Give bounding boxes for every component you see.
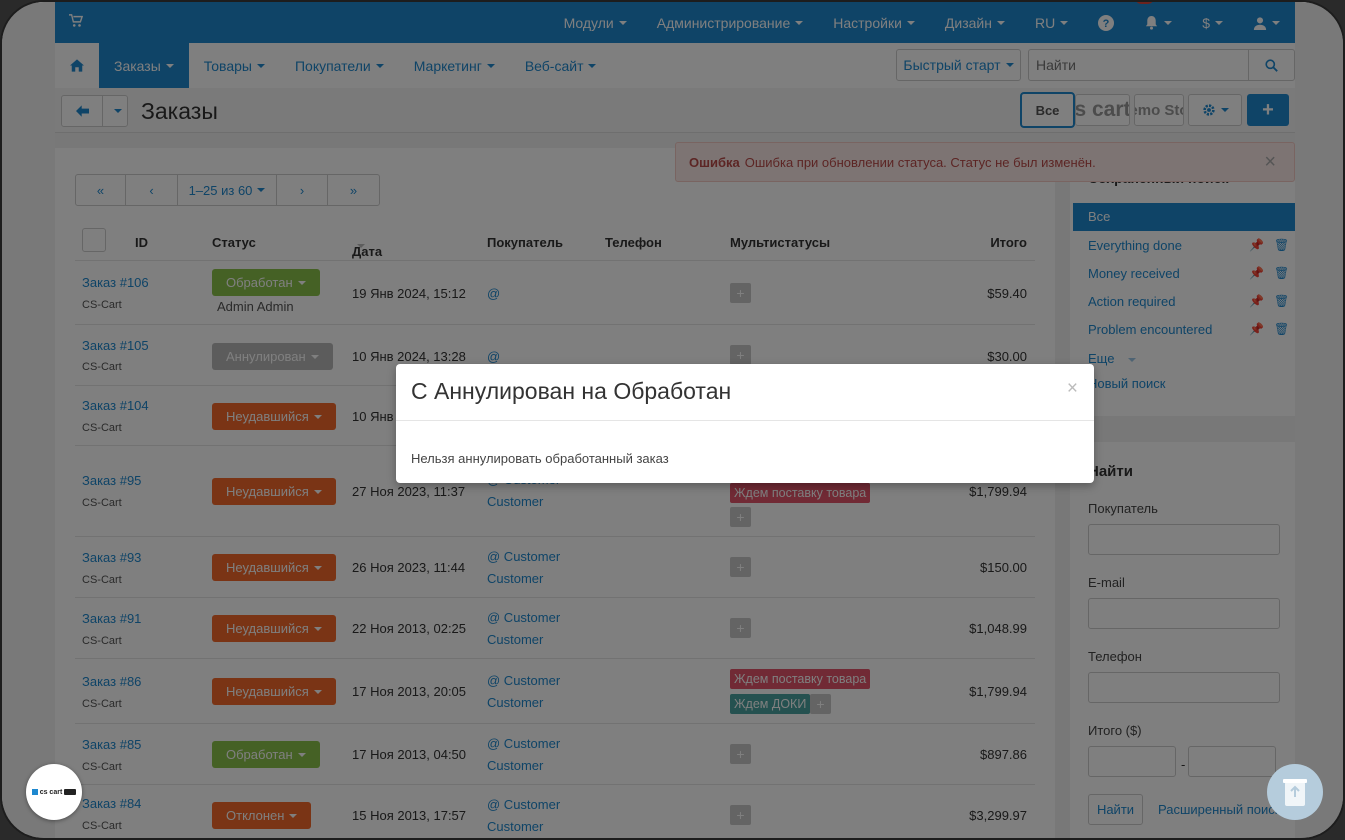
recycle-bin-graphic bbox=[1283, 779, 1307, 806]
dialog-header: С Аннулирован на Обработан × bbox=[396, 364, 1094, 421]
dialog-message: Нельзя аннулировать обработанный заказ bbox=[411, 451, 669, 466]
status-change-dialog: С Аннулирован на Обработан × Нельзя анну… bbox=[396, 364, 1094, 483]
recycle-bin-icon[interactable] bbox=[1267, 764, 1323, 820]
window-frame: Модули Администрирование Настройки Дизай… bbox=[0, 0, 1345, 840]
logo-badge bbox=[64, 789, 77, 795]
close-icon[interactable]: × bbox=[1067, 378, 1078, 400]
cs-cart-logo-button[interactable]: cs cart bbox=[26, 764, 82, 820]
logo-text: cs cart bbox=[39, 788, 63, 796]
logo-mark-icon bbox=[31, 789, 38, 795]
dialog-title: С Аннулирован на Обработан bbox=[411, 378, 732, 404]
